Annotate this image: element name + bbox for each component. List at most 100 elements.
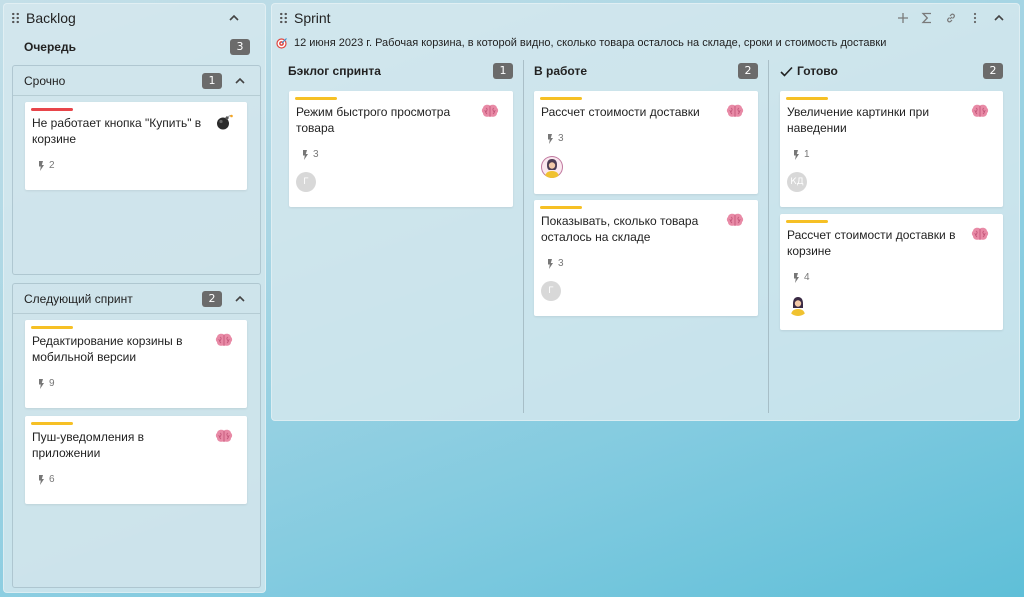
chevron-up-icon — [994, 14, 1004, 21]
story-points: 2 — [38, 160, 55, 171]
task-card[interactable]: Рассчет стоимости доставки в корзине 4 — [780, 214, 1003, 330]
card-title: Увеличение картинки при наведении — [787, 105, 930, 135]
story-points: 9 — [38, 378, 55, 389]
queue-count-badge: 3 — [230, 39, 250, 55]
group-count-badge: 2 — [202, 290, 222, 307]
task-card[interactable]: Пуш-уведомления в приложении 6 — [25, 416, 247, 504]
task-card[interactable]: Режим быстрого просмотра товара 3 Г — [289, 91, 513, 207]
card-title: Показывать, сколько товара осталось на с… — [541, 214, 699, 244]
group-next-sprint: Следующий спринт 2 Редактирование корзин… — [12, 283, 261, 588]
sum-button[interactable] — [918, 8, 936, 28]
lightning-icon — [39, 474, 44, 485]
more-icon — [973, 12, 977, 24]
plus-icon — [898, 13, 908, 23]
points-value: 9 — [49, 378, 55, 389]
points-value: 2 — [49, 160, 55, 171]
story-points: 6 — [38, 474, 55, 485]
card-title: Рассчет стоимости доставки в корзине — [787, 228, 956, 258]
lightning-icon — [303, 149, 308, 160]
more-button[interactable] — [966, 8, 984, 28]
sprint-title: Sprint — [294, 10, 331, 26]
lightning-icon — [794, 149, 799, 160]
group-urgent: Срочно 1 Не работает кнопка "Купить" в к… — [12, 65, 261, 275]
priority-stripe — [295, 97, 337, 100]
column-sprint-backlog: Бэклог спринта 1 Режим быстрого просмотр… — [288, 60, 518, 413]
column-header[interactable]: Готово 2 — [780, 60, 1003, 82]
group-header[interactable]: Срочно 1 — [13, 66, 260, 96]
task-card[interactable]: Увеличение картинки при наведении 1 КД — [780, 91, 1003, 207]
column-count-badge: 1 — [493, 63, 513, 79]
group-header[interactable]: Следующий спринт 2 — [13, 284, 260, 314]
collapse-group-button[interactable] — [230, 71, 250, 91]
lightning-icon — [39, 160, 44, 171]
drag-handle-icon[interactable] — [11, 12, 20, 24]
task-card[interactable]: Рассчет стоимости доставки 3 — [534, 91, 758, 194]
chevron-up-icon — [235, 295, 245, 302]
priority-stripe — [786, 220, 828, 223]
points-value: 6 — [49, 474, 55, 485]
column-count-badge: 2 — [738, 63, 758, 79]
card-title: Рассчет стоимости доставки — [541, 105, 700, 119]
backlog-title: Backlog — [26, 10, 76, 26]
assignee-avatar[interactable]: Г — [541, 281, 561, 301]
task-card[interactable]: Редактирование корзины в мобильной верси… — [25, 320, 247, 408]
backlog-header: Backlog — [3, 3, 266, 33]
story-points: 3 — [302, 149, 319, 160]
column-divider — [523, 60, 524, 413]
column-divider — [768, 60, 769, 413]
column-header[interactable]: Бэклог спринта 1 — [288, 60, 513, 82]
card-title: Не работает кнопка "Купить" в корзине — [32, 116, 202, 146]
drag-handle-icon[interactable] — [279, 12, 288, 24]
target-icon — [276, 38, 287, 49]
collapse-backlog-button[interactable] — [224, 8, 244, 28]
priority-stripe — [786, 97, 828, 100]
collapse-sprint-button[interactable] — [990, 8, 1008, 28]
lightning-icon — [794, 272, 799, 283]
brain-icon — [971, 103, 989, 119]
assignee-avatar[interactable]: Г — [296, 172, 316, 192]
sprint-toolbar — [894, 8, 1008, 28]
priority-stripe — [31, 108, 73, 111]
task-card[interactable]: Показывать, сколько товара осталось на с… — [534, 200, 758, 316]
person-icon — [791, 297, 805, 316]
link-button[interactable] — [942, 8, 960, 28]
brain-icon — [215, 428, 233, 444]
task-card[interactable]: Не работает кнопка "Купить" в корзине 2 — [25, 102, 247, 190]
column-count-badge: 2 — [983, 63, 1003, 79]
queue-row[interactable]: Очередь 3 — [24, 36, 250, 58]
group-count-badge: 1 — [202, 72, 222, 89]
backlog-panel: Backlog Очередь 3 Срочно 1 Не работает к… — [3, 3, 266, 593]
points-value: 1 — [804, 149, 810, 160]
story-points: 1 — [793, 149, 810, 160]
column-done: Готово 2 Увеличение картинки при наведен… — [780, 60, 1010, 413]
lightning-icon — [548, 258, 553, 269]
link-icon — [947, 13, 955, 23]
chevron-up-icon — [229, 14, 239, 21]
brain-icon — [971, 226, 989, 242]
card-title: Пуш-уведомления в приложении — [32, 430, 145, 460]
brain-icon — [481, 103, 499, 119]
priority-stripe — [540, 206, 582, 209]
queue-label: Очередь — [24, 40, 76, 54]
lightning-icon — [39, 378, 44, 389]
card-title: Редактирование корзины в мобильной верси… — [32, 334, 183, 364]
story-points: 4 — [793, 272, 810, 283]
column-title: Бэклог спринта — [288, 64, 381, 78]
column-title: В работе — [534, 64, 587, 78]
priority-stripe — [540, 97, 582, 100]
card-title: Режим быстрого просмотра товара — [296, 105, 451, 135]
sprint-panel: Sprint 12 июня 2023 г. Рабочая корзина, … — [271, 3, 1020, 421]
group-title: Следующий спринт — [24, 291, 133, 306]
sigma-icon — [921, 12, 931, 24]
brain-icon — [215, 332, 233, 348]
sprint-goal-text: 12 июня 2023 г. Рабочая корзина, в котор… — [294, 37, 887, 49]
column-header[interactable]: В работе 2 — [534, 60, 758, 82]
collapse-group-button[interactable] — [230, 289, 250, 309]
assignee-avatar-photo[interactable] — [541, 156, 563, 178]
story-points: 3 — [547, 133, 564, 144]
priority-stripe — [31, 422, 73, 425]
add-button[interactable] — [894, 8, 912, 28]
assignee-avatar-photo[interactable] — [787, 294, 809, 316]
bomb-icon — [215, 114, 233, 130]
assignee-avatar[interactable]: КД — [787, 172, 807, 192]
